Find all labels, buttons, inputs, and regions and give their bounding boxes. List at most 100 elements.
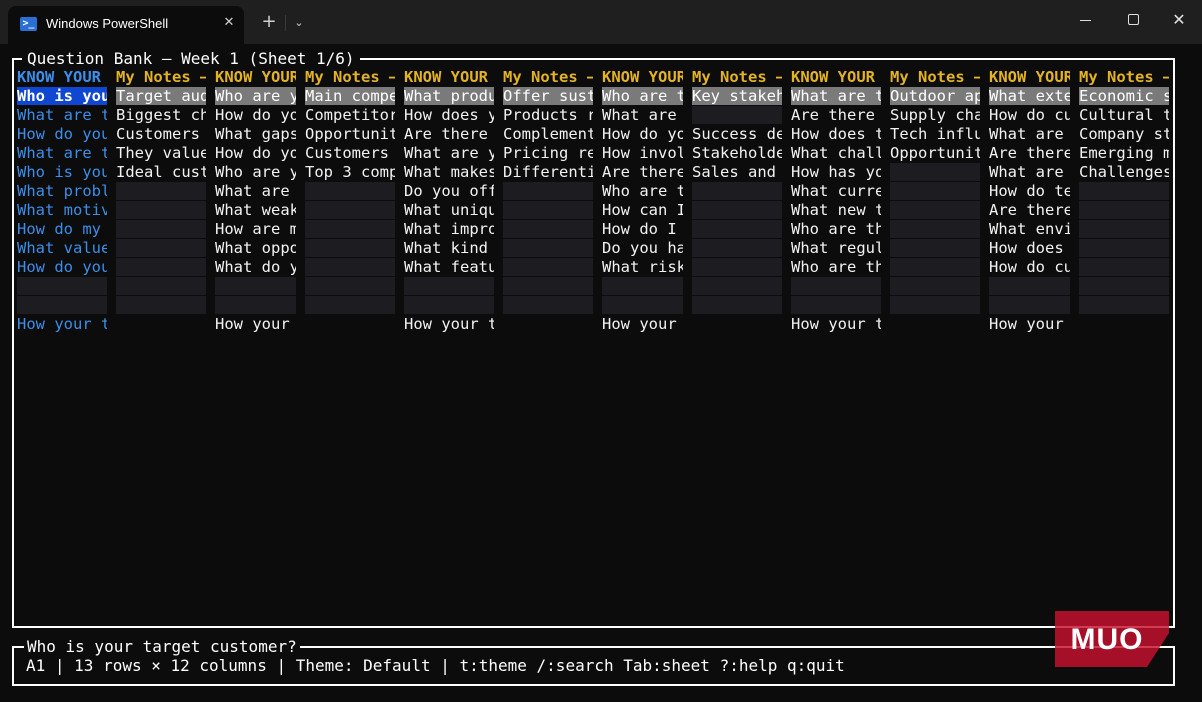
table-cell[interactable] xyxy=(503,277,593,295)
table-cell[interactable] xyxy=(1079,239,1169,257)
table-cell[interactable]: What probl xyxy=(17,182,107,200)
table-cell[interactable]: What chall xyxy=(791,144,881,162)
table-cell[interactable] xyxy=(17,277,107,295)
table-cell[interactable]: What are t xyxy=(17,106,107,124)
table-cell[interactable]: Do you off xyxy=(404,182,494,200)
table-cell[interactable] xyxy=(890,182,980,200)
table-cell[interactable]: Emerging m xyxy=(1079,144,1169,162)
table-cell[interactable] xyxy=(116,220,206,238)
table-cell[interactable]: They value xyxy=(116,144,206,162)
table-cell[interactable] xyxy=(116,239,206,257)
terminal-area[interactable]: Question Bank — Week 1 (Sheet 1/6) KNOW … xyxy=(0,44,1202,702)
table-cell[interactable]: Ideal cust xyxy=(116,163,206,181)
table-cell[interactable] xyxy=(890,258,980,276)
table-cell[interactable]: How do yo xyxy=(602,125,683,143)
column-header[interactable]: KNOW YOUR xyxy=(404,68,494,86)
table-cell[interactable]: Who are y xyxy=(215,163,296,181)
table-cell[interactable] xyxy=(305,315,395,333)
table-cell[interactable]: Who is you xyxy=(17,163,107,181)
table-cell[interactable]: Biggest ch xyxy=(116,106,206,124)
table-cell[interactable] xyxy=(305,201,395,219)
column-header[interactable]: My Notes — xyxy=(890,68,980,86)
table-cell[interactable] xyxy=(305,277,395,295)
table-cell[interactable]: What curre xyxy=(791,182,881,200)
column-header[interactable]: KNOW YOUR xyxy=(602,68,683,86)
table-cell[interactable]: Who are y xyxy=(215,87,296,105)
table-cell[interactable] xyxy=(692,239,782,257)
table-cell[interactable] xyxy=(1079,315,1169,333)
close-tab-icon[interactable]: ✕ xyxy=(219,13,239,33)
table-cell[interactable]: How are m xyxy=(215,220,296,238)
table-cell[interactable] xyxy=(692,258,782,276)
table-cell[interactable]: Complement xyxy=(503,125,593,143)
table-cell[interactable] xyxy=(1079,296,1169,314)
table-cell[interactable]: Cultural t xyxy=(1079,106,1169,124)
table-cell[interactable]: How does xyxy=(989,239,1070,257)
table-cell[interactable] xyxy=(503,258,593,276)
column-header[interactable]: My Notes — xyxy=(305,68,395,86)
table-cell[interactable] xyxy=(890,163,980,181)
table-cell[interactable]: How your xyxy=(989,315,1070,333)
table-cell[interactable]: Tech influ xyxy=(890,125,980,143)
table-cell[interactable] xyxy=(503,201,593,219)
table-cell[interactable]: How has yo xyxy=(791,163,881,181)
table-cell[interactable]: What produ xyxy=(404,87,494,105)
table-cell[interactable] xyxy=(305,258,395,276)
table-cell[interactable]: Are there xyxy=(602,163,683,181)
table-cell[interactable] xyxy=(1079,220,1169,238)
table-cell[interactable]: How your t xyxy=(17,315,107,333)
table-cell[interactable]: What oppo xyxy=(215,239,296,257)
maximize-button[interactable] xyxy=(1118,8,1148,32)
table-cell[interactable]: Do you ha xyxy=(602,239,683,257)
table-cell[interactable] xyxy=(602,277,683,295)
table-cell[interactable] xyxy=(1079,258,1169,276)
table-cell[interactable] xyxy=(404,296,494,314)
table-cell[interactable]: What are xyxy=(215,182,296,200)
table-cell[interactable] xyxy=(791,277,881,295)
table-cell[interactable] xyxy=(116,258,206,276)
table-cell[interactable]: What are xyxy=(602,106,683,124)
table-cell[interactable]: Outdoor ap xyxy=(890,87,980,105)
table-cell[interactable]: What are y xyxy=(404,144,494,162)
table-cell[interactable] xyxy=(602,296,683,314)
table-cell[interactable]: Top 3 comp xyxy=(305,163,395,181)
table-cell[interactable]: What new t xyxy=(791,201,881,219)
table-cell[interactable]: Who are t xyxy=(602,87,683,105)
table-cell[interactable]: Economic s xyxy=(1079,87,1169,105)
table-cell[interactable] xyxy=(116,277,206,295)
table-cell[interactable] xyxy=(692,315,782,333)
table-cell[interactable]: Success de xyxy=(692,125,782,143)
table-cell[interactable]: What exte xyxy=(989,87,1070,105)
table-cell[interactable] xyxy=(692,296,782,314)
table-cell[interactable] xyxy=(215,277,296,295)
table-cell[interactable]: Customers xyxy=(116,125,206,143)
table-cell[interactable]: What uniqu xyxy=(404,201,494,219)
table-cell[interactable] xyxy=(116,315,206,333)
column-header[interactable]: KNOW YOUR xyxy=(17,68,107,86)
table-cell[interactable]: What kind xyxy=(404,239,494,257)
table-cell[interactable]: How your xyxy=(602,315,683,333)
table-cell[interactable] xyxy=(305,296,395,314)
table-cell[interactable]: How do I xyxy=(602,220,683,238)
table-cell[interactable] xyxy=(17,296,107,314)
table-cell[interactable]: Target aud xyxy=(116,87,206,105)
column-header[interactable]: My Notes — xyxy=(503,68,593,86)
table-cell[interactable]: How do my xyxy=(17,220,107,238)
table-cell[interactable]: How do you xyxy=(17,125,107,143)
table-cell[interactable] xyxy=(1079,182,1169,200)
table-cell[interactable]: What risk xyxy=(602,258,683,276)
table-cell[interactable] xyxy=(692,201,782,219)
table-cell[interactable] xyxy=(692,220,782,238)
table-cell[interactable]: What are t xyxy=(791,87,881,105)
table-cell[interactable] xyxy=(890,277,980,295)
table-cell[interactable]: Opportunit xyxy=(890,144,980,162)
table-cell[interactable]: How do you xyxy=(17,258,107,276)
table-cell[interactable] xyxy=(791,296,881,314)
table-cell[interactable]: Who is you xyxy=(17,87,107,105)
table-cell[interactable] xyxy=(116,201,206,219)
table-cell[interactable]: Opportunit xyxy=(305,125,395,143)
table-cell[interactable] xyxy=(503,239,593,257)
column-header[interactable]: My Notes — xyxy=(116,68,206,86)
table-cell[interactable] xyxy=(890,239,980,257)
table-cell[interactable] xyxy=(989,277,1070,295)
